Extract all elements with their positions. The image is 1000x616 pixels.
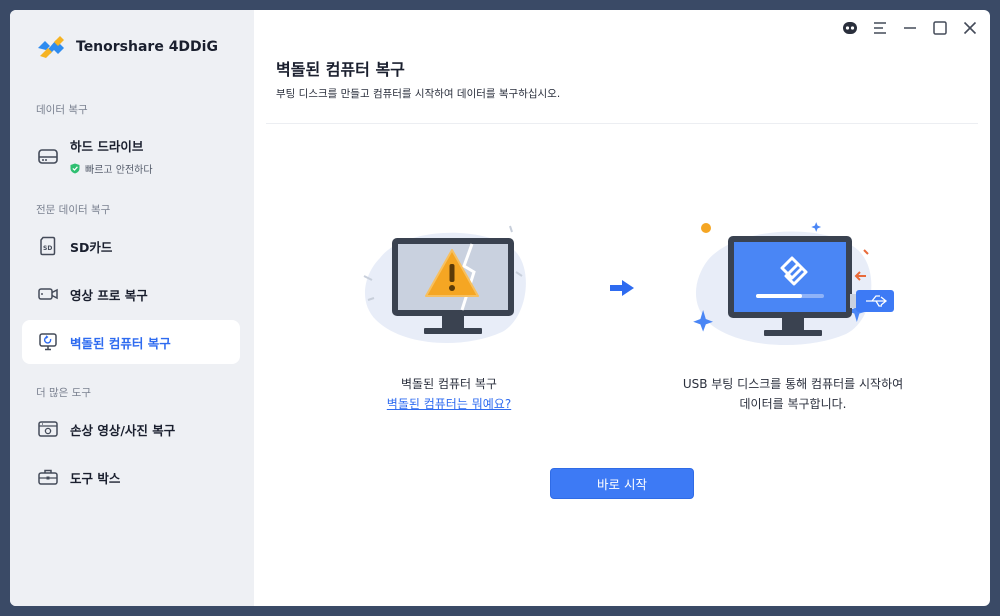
sidebar-item-crashed-pc[interactable]: 벽돌된 컴퓨터 복구 [22, 320, 240, 364]
sidebar-item-label: 벽돌된 컴퓨터 복구 [70, 335, 171, 351]
close-button[interactable] [960, 18, 980, 38]
arrow-right-icon [610, 280, 634, 296]
left-caption: 벽돌된 컴퓨터 복구 벽돌된 컴퓨터는 뭐예요? [344, 374, 554, 414]
sidebar: Tenorshare 4DDiG 데이터 복구 하드 드라이브 빠르고 안전하다… [10, 10, 254, 606]
minimize-button[interactable] [900, 18, 920, 38]
assistant-button[interactable] [840, 18, 860, 38]
left-caption-title: 벽돌된 컴퓨터 복구 [401, 377, 497, 391]
assistant-icon [843, 22, 857, 34]
crashed-computer-illustration [363, 225, 526, 344]
start-button[interactable]: 바로 시작 [550, 468, 694, 499]
right-caption-line2: 데이터를 복구합니다. [739, 397, 847, 411]
menu-button[interactable] [870, 18, 890, 38]
sidebar-item-hard-drive[interactable]: 하드 드라이브 빠르고 안전하다 [22, 128, 240, 184]
window-controls [840, 18, 980, 38]
app-window: Tenorshare 4DDiG 데이터 복구 하드 드라이브 빠르고 안전하다… [10, 10, 990, 606]
sidebar-item-label: SD카드 [70, 239, 113, 255]
logo-icon [38, 36, 64, 58]
minimize-icon [904, 27, 916, 29]
hard-drive-icon [36, 145, 60, 167]
bootable-usb-illustration [693, 222, 894, 346]
right-caption: USB 부팅 디스크를 통해 컴퓨터를 시작하여 데이터를 복구합니다. [658, 374, 928, 414]
hard-drive-subtitle: 빠르고 안전하다 [70, 161, 153, 176]
toolbox-icon [36, 466, 60, 488]
main-panel: 벽돌된 컴퓨터 복구 부팅 디스크를 만들고 컴퓨터를 시작하여 데이터를 복구… [254, 10, 990, 606]
sidebar-item-label: 하드 드라이브 [70, 139, 144, 154]
menu-icon [874, 22, 886, 34]
sidebar-item-label: 손상 영상/사진 복구 [70, 422, 176, 438]
shield-check-icon [70, 163, 80, 174]
maximize-icon [933, 21, 947, 35]
section-label-data-recovery: 데이터 복구 [36, 104, 88, 116]
sidebar-item-video-pro[interactable]: 영상 프로 복구 [22, 272, 240, 316]
sidebar-item-toolbox[interactable]: 도구 박스 [22, 455, 240, 499]
page-title: 벽돌된 컴퓨터 복구 [276, 60, 405, 79]
section-label-more-tools: 더 많은 도구 [36, 387, 91, 399]
sd-card-icon: SD [36, 235, 60, 257]
close-icon [963, 21, 977, 35]
sidebar-item-label: 도구 박스 [70, 470, 121, 486]
crashed-computer-icon [36, 331, 60, 353]
app-logo: Tenorshare 4DDiG [34, 32, 218, 62]
video-camera-icon [36, 283, 60, 305]
right-caption-line1: USB 부팅 디스크를 통해 컴퓨터를 시작하여 [682, 377, 904, 391]
page-subtitle: 부팅 디스크를 만들고 컴퓨터를 시작하여 데이터를 복구하십시오. [276, 88, 561, 100]
app-name: Tenorshare 4DDiG [76, 39, 218, 55]
sidebar-item-sd-card[interactable]: SD SD카드 [22, 224, 240, 268]
sidebar-item-damaged-media[interactable]: 손상 영상/사진 복구 [22, 407, 240, 451]
sidebar-item-label: 영상 프로 복구 [70, 287, 148, 303]
media-repair-icon [36, 418, 60, 440]
maximize-button[interactable] [930, 18, 950, 38]
what-is-crashed-pc-link[interactable]: 벽돌된 컴퓨터는 뭐예요? [387, 397, 511, 411]
divider [266, 123, 978, 124]
svg-text:SD: SD [43, 245, 52, 252]
section-label-pro-recovery: 전문 데이터 복구 [36, 204, 111, 216]
